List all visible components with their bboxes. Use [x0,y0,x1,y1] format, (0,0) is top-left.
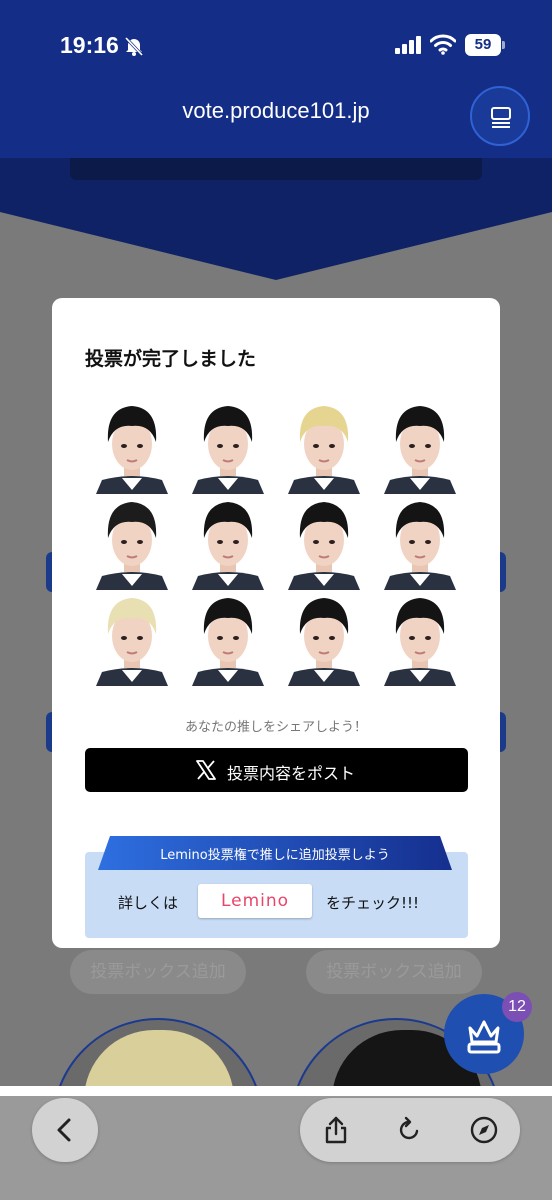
vote-complete-modal: 投票が完了しました あなたの推しをシェアしよう！ 投票内容をポスト Lemino… [52,298,500,948]
lemino-promo-text: Lemino投票権で推しに追加投票しよう [160,848,390,863]
trainee-portrait [380,590,460,686]
bell-slash-icon [124,36,144,57]
share-prompt: あなたの推しをシェアしよう！ [184,720,367,735]
post-to-x-button[interactable]: 投票内容をポスト [85,748,468,792]
trainee-portrait [380,494,460,590]
trainee-portrait [92,494,172,590]
trainee-portrait [188,494,268,590]
trainee-portrait [92,398,172,494]
status-bar: 19:16 59 [0,0,552,80]
battery-nub [502,41,505,49]
add-vote-box-button-left[interactable]: 投票ボックス追加 [70,950,246,994]
modal-title: 投票が完了しました [85,348,257,370]
site-menu-button[interactable] [470,86,530,146]
x-logo-icon [196,760,216,780]
trainee-portrait [380,398,460,494]
tabs-icon [491,107,511,128]
lemino-logo-link[interactable]: Lemino [198,884,312,918]
back-button[interactable] [32,1098,98,1162]
compass-icon[interactable] [468,1114,500,1146]
chevron-left-icon [57,1118,71,1142]
ranking-count-badge: 12 [502,992,532,1022]
add-vote-box-button-right[interactable]: 投票ボックス追加 [306,950,482,994]
trainee-portrait [188,398,268,494]
voted-trainees-grid [92,398,472,698]
post-button-label: 投票内容をポスト [227,764,356,783]
signal-icon [395,36,421,54]
wifi-icon [430,34,456,55]
share-icon[interactable] [320,1114,352,1146]
status-time: 19:16 [60,32,119,58]
trainee-portrait [92,590,172,686]
crown-icon [467,1020,501,1054]
lemino-detail-suffix: をチェック!!! [326,894,420,912]
lemino-detail-prefix: 詳しくは [118,894,179,912]
trainee-portrait [284,398,364,494]
address-bar-url[interactable]: vote.produce101.jp [0,98,552,124]
bottom-bar-divider [0,1086,552,1096]
battery-indicator: 59 [465,34,505,56]
reload-icon[interactable] [393,1114,425,1146]
battery-level: 59 [465,34,501,56]
browser-top-bar: 19:16 59 vote.produce101.jp [0,0,552,158]
trainee-portrait [188,590,268,686]
hero-card-edge [70,158,482,180]
trainee-portrait [284,494,364,590]
trainee-portrait [284,590,364,686]
browser-actions [300,1098,520,1162]
lemino-promo-ribbon: Lemino投票権で推しに追加投票しよう [98,836,452,870]
